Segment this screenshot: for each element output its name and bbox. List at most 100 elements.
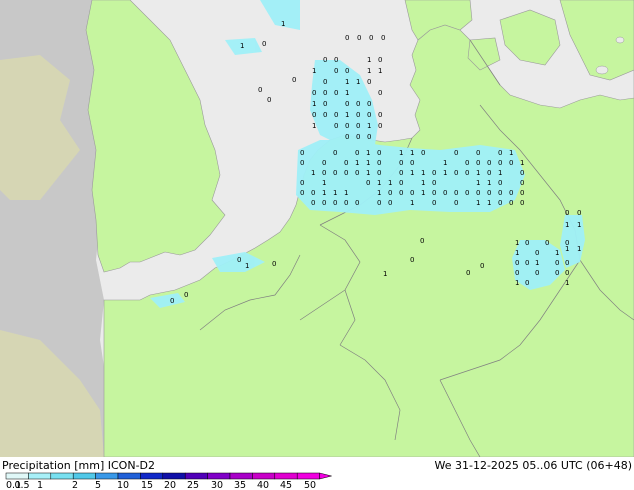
value-marker: 0 (300, 189, 304, 197)
legend-tick-label: 10 (117, 480, 129, 490)
legend-tick-label: 2 (72, 480, 78, 490)
value-marker: 0 (565, 259, 569, 267)
value-marker: 0 (334, 111, 338, 119)
value-marker: 0 (432, 179, 436, 187)
value-marker: 0 (272, 260, 276, 268)
value-marker: 0 (377, 159, 381, 167)
value-marker: 1 (515, 249, 519, 257)
value-marker: 0 (480, 262, 484, 270)
value-marker: 0 (345, 34, 349, 42)
value-marker: 1 (311, 169, 315, 177)
precipitation-color-legend: 0.10.5 1 2 5 10 15 20 25 30 35 40 45 50 (5, 472, 332, 490)
value-marker: 1 (377, 179, 381, 187)
legend-tick-label: 0.5 (14, 480, 29, 490)
value-marker: 0 (367, 78, 371, 86)
value-marker: 0 (345, 133, 349, 141)
value-marker: 0 (237, 256, 241, 264)
value-marker: 0 (300, 149, 304, 157)
legend-swatch (72, 472, 96, 480)
value-marker: 0 (334, 89, 338, 97)
value-marker: 0 (410, 189, 414, 197)
value-marker: 0 (357, 34, 361, 42)
value-marker: 0 (535, 269, 539, 277)
value-marker: 0 (377, 149, 381, 157)
value-marker: 0 (421, 149, 425, 157)
legend-swatch (5, 472, 29, 480)
value-marker: 0 (344, 169, 348, 177)
value-marker: 0 (378, 89, 382, 97)
value-marker: 1 (565, 221, 569, 229)
value-marker: 0 (487, 159, 491, 167)
value-marker: 1 (388, 179, 392, 187)
value-marker: 0 (465, 189, 469, 197)
legend-tick-label: 45 (280, 480, 292, 490)
legend-tick-label: 35 (234, 480, 246, 490)
value-marker: 0 (334, 56, 338, 64)
value-marker: 0 (323, 111, 327, 119)
value-marker: 0 (525, 279, 529, 287)
value-marker: 1 (509, 149, 513, 157)
value-marker: 1 (577, 245, 581, 253)
value-marker: 1 (399, 149, 403, 157)
value-marker: 0 (509, 199, 513, 207)
value-marker: 0 (509, 159, 513, 167)
value-marker: 0 (399, 189, 403, 197)
value-marker: 0 (322, 169, 326, 177)
legend-swatch (95, 472, 119, 480)
value-marker: 0 (322, 199, 326, 207)
value-marker: 0 (465, 159, 469, 167)
value-marker: 0 (454, 169, 458, 177)
value-marker: 0 (432, 189, 436, 197)
value-marker: 0 (454, 149, 458, 157)
value-marker: 0 (344, 199, 348, 207)
value-marker: 0 (312, 89, 316, 97)
value-marker: 0 (355, 199, 359, 207)
legend-swatch (207, 472, 231, 480)
value-marker: 1 (345, 111, 349, 119)
legend-swatch (140, 472, 164, 480)
value-marker: 1 (333, 189, 337, 197)
value-marker: 1 (344, 189, 348, 197)
value-marker: 0 (267, 96, 271, 104)
value-marker: 1 (377, 189, 381, 197)
value-marker: 0 (323, 100, 327, 108)
value-marker: 0 (323, 78, 327, 86)
value-marker: 0 (377, 169, 381, 177)
value-marker: 0 (356, 133, 360, 141)
legend-swatch (274, 472, 298, 480)
value-marker: 1 (565, 279, 569, 287)
value-marker: 0 (555, 269, 559, 277)
value-marker: 1 (410, 169, 414, 177)
value-marker: 0 (399, 179, 403, 187)
value-marker: 0 (520, 179, 524, 187)
value-marker: 0 (355, 169, 359, 177)
value-marker: 1 (378, 67, 382, 75)
value-marker: 0 (333, 169, 337, 177)
precipitation-map[interactable]: 0 0 0 1 0 1 1 0 0 0 0 10 0 0 1 1 0 0 0 1 0 0 0 0 0 11 0 0 0 0 1 0 0 1 1 0 1 0… (0, 0, 634, 457)
value-marker: 1 (476, 169, 480, 177)
value-marker: 1 (383, 270, 387, 278)
value-marker: 0 (322, 159, 326, 167)
legend-swatch (184, 472, 208, 480)
value-marker: 1 (281, 20, 285, 28)
value-marker: 1 (366, 159, 370, 167)
value-marker: 0 (565, 269, 569, 277)
value-marker: 0 (545, 239, 549, 247)
legend-swatch (28, 472, 52, 480)
value-marker: 0 (388, 199, 392, 207)
value-marker: 0 (356, 122, 360, 130)
value-marker: 1 (345, 89, 349, 97)
value-marker: 0 (525, 239, 529, 247)
legend-tick-label: 5 (95, 480, 101, 490)
value-marker: 1 (487, 179, 491, 187)
value-marker: 0 (334, 67, 338, 75)
value-marker: 0 (333, 199, 337, 207)
map-footer: Precipitation [mm] ICON-D2 We 31-12-2025… (0, 457, 634, 490)
value-marker: 0 (399, 159, 403, 167)
value-marker: 1 (367, 67, 371, 75)
value-marker: 1 (577, 221, 581, 229)
value-marker: 0 (476, 189, 480, 197)
value-marker: 0 (311, 199, 315, 207)
value-marker: 0 (345, 67, 349, 75)
product-title: Precipitation [mm] ICON-D2 (2, 459, 155, 472)
